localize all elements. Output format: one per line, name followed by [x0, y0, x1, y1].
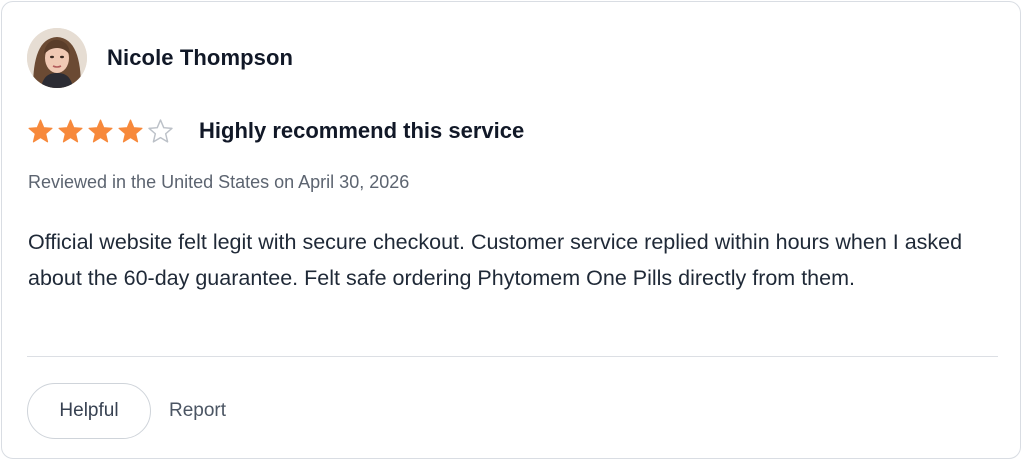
report-button[interactable]: Report	[169, 400, 226, 422]
star-filled-icon	[58, 118, 83, 142]
review-header: Nicole Thompson	[27, 27, 293, 89]
star-filled-icon	[88, 118, 113, 142]
review-body: Official website felt legit with secure …	[28, 230, 963, 290]
reviewer-name: Nicole Thompson	[107, 45, 294, 70]
helpful-button[interactable]: Helpful	[27, 383, 151, 439]
review-meta: Reviewed in the United States on April 3…	[28, 172, 410, 192]
rating-row: Highly recommend this service	[27, 114, 524, 148]
star-filled-icon	[118, 118, 143, 142]
review-card: Nicole Thompson Highly recommend this se…	[1, 1, 1021, 459]
star-outline-icon	[148, 118, 173, 143]
star-filled-icon	[28, 118, 53, 142]
review-title: Highly recommend this service	[199, 118, 525, 143]
star-rating	[27, 118, 174, 145]
divider	[27, 356, 998, 357]
review-actions: Helpful Report	[27, 383, 226, 439]
avatar	[27, 28, 87, 88]
